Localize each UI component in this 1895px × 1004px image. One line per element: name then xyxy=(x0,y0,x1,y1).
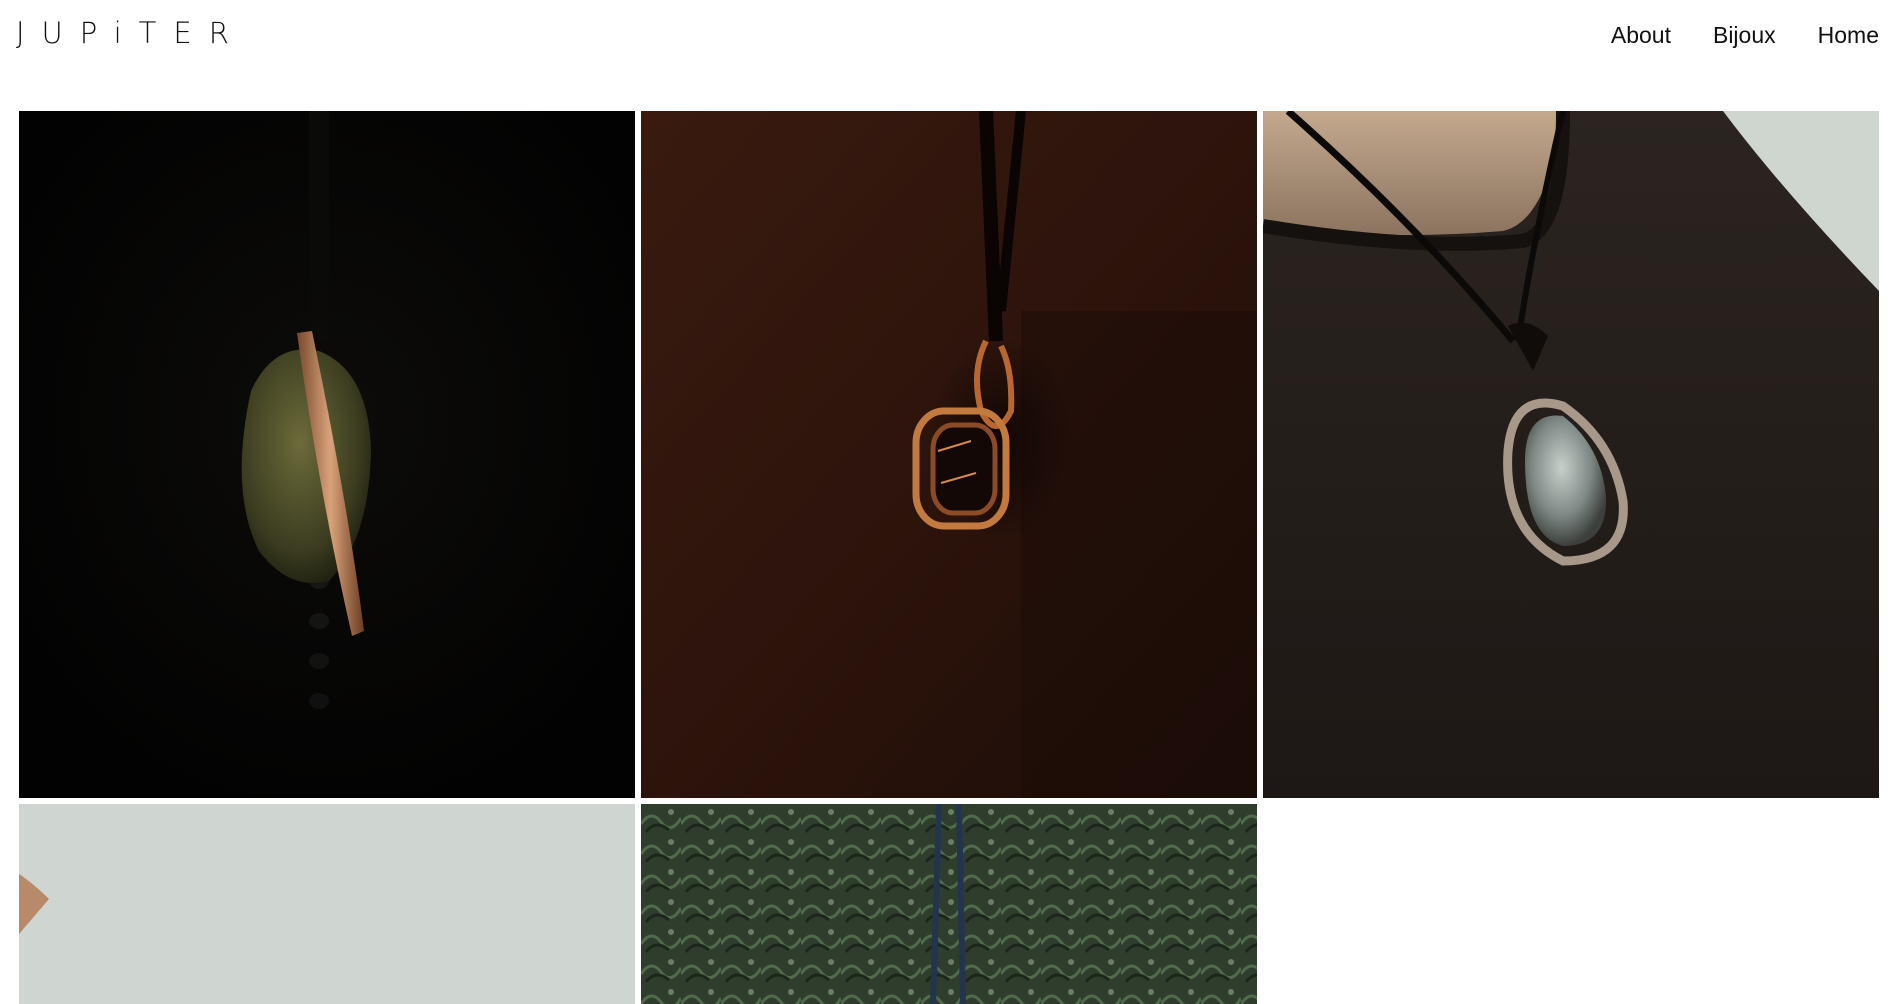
gallery-tile-green-foliage[interactable] xyxy=(641,804,1257,1004)
gallery-tile-grey-background[interactable] xyxy=(19,804,635,1004)
site-logo[interactable]: JUPiTER xyxy=(16,16,246,50)
pendant-photo xyxy=(19,111,635,798)
nav-link-about[interactable]: About xyxy=(1611,20,1671,50)
pendant-photo xyxy=(641,804,1257,1004)
nav-link-home[interactable]: Home xyxy=(1818,20,1879,50)
main-nav: About Bijoux Home xyxy=(1611,20,1879,50)
gallery-tile-silver-stone-pendant[interactable] xyxy=(1263,111,1879,798)
gallery-tile-copper-bar-pendant[interactable] xyxy=(19,111,635,798)
pendant-photo xyxy=(1263,111,1879,798)
pendant-photo xyxy=(19,804,635,1004)
pendant-photo xyxy=(641,111,1257,798)
nav-link-bijoux[interactable]: Bijoux xyxy=(1713,20,1776,50)
gallery-tile-copper-loop-pendant[interactable] xyxy=(641,111,1257,798)
site-header: JUPiTER About Bijoux Home xyxy=(0,0,1895,100)
